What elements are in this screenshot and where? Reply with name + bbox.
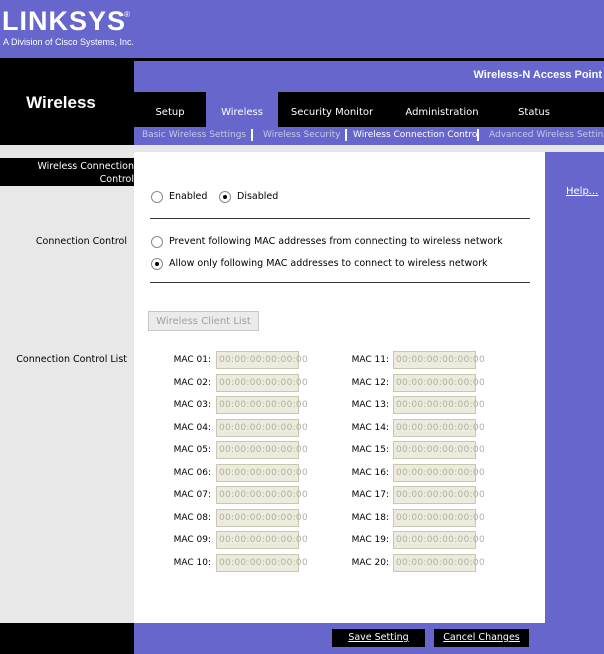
mac-input[interactable]: 00:00:00:00:00:00 [216,464,308,482]
mac-label: MAC 17: [351,490,389,500]
section-title: Wireless [26,93,96,112]
allow-mac-radio[interactable] [151,258,163,270]
product-name: Wireless-N Access Point [473,69,603,81]
mac-input[interactable]: 00:00:00:00:00:00 [216,351,308,369]
allow-mac-label: Allow only following MAC addresses to co… [169,258,488,269]
mac-label: MAC 14: [351,423,389,433]
enabled-label: Enabled [169,191,208,202]
subnav-separator [477,129,479,141]
subnav-separator [345,129,347,141]
mac-input[interactable]: 00:00:00:00:00:00 [216,486,308,504]
connection-control-list-label: Connection Control List [16,354,127,365]
tab-security-monitor[interactable]: Security Monitor [278,92,386,127]
tab-administration[interactable]: Administration [386,92,498,127]
mac-label: MAC 06: [173,468,211,478]
mac-label: MAC 15: [351,445,389,455]
mac-input[interactable]: 00:00:00:00:00:00 [216,374,308,392]
mac-input[interactable]: 00:00:00:00:00:00 [393,486,485,504]
subtab-basic-wireless-settings[interactable]: Basic Wireless Settings [142,130,246,140]
mac-input[interactable]: 00:00:00:00:00:00 [393,419,485,437]
registered-mark: ® [124,10,130,19]
mac-label: MAC 13: [351,400,389,410]
save-setting-button[interactable]: Save Setting [332,629,425,647]
mac-input[interactable]: 00:00:00:00:00:00 [216,531,308,549]
subtab-wireless-connection-control[interactable]: Wireless Connection Control [353,130,480,140]
header-bottom-strip [0,145,604,152]
brand-tagline: A Division of Cisco Systems, Inc. [3,37,135,47]
divider [150,218,530,219]
tab-status[interactable]: Status [498,92,570,127]
left-section-header-line-1: Wireless Connection [37,161,134,172]
tab-setup[interactable]: Setup [134,92,206,127]
mac-label: MAC 10: [173,558,211,568]
mac-label: MAC 09: [173,535,211,545]
mac-label: MAC 01: [173,355,211,365]
subtab-advanced-wireless-settings[interactable]: Advanced Wireless Settings [489,130,604,140]
linksys-logo: LINKSYS [2,6,127,36]
mac-input[interactable]: 00:00:00:00:00:00 [393,531,485,549]
mac-input[interactable]: 00:00:00:00:00:00 [393,441,485,459]
mac-input[interactable]: 00:00:00:00:00:00 [393,374,485,392]
left-section-header-line-2: Control [99,174,134,185]
mac-input[interactable]: 00:00:00:00:00:00 [216,419,308,437]
mac-input[interactable]: 00:00:00:00:00:00 [216,554,308,572]
mac-label: MAC 05: [173,445,211,455]
mac-label: MAC 20: [351,558,389,568]
tab-wireless[interactable]: Wireless [206,92,278,127]
left-column [0,152,134,623]
prevent-mac-radio[interactable] [151,236,163,248]
mac-input[interactable]: 00:00:00:00:00:00 [393,509,485,527]
mac-input[interactable]: 00:00:00:00:00:00 [216,441,308,459]
mac-input[interactable]: 00:00:00:00:00:00 [216,509,308,527]
mac-label: MAC 11: [351,355,389,365]
mac-label: MAC 08: [173,513,211,523]
help-link[interactable]: Help... [566,186,598,197]
footer-left [0,623,134,654]
mac-label: MAC 19: [351,535,389,545]
help-column [545,152,604,623]
mac-label: MAC 04: [173,423,211,433]
mac-label: MAC 02: [173,378,211,388]
subnav-separator [251,129,253,141]
mac-input[interactable]: 00:00:00:00:00:00 [393,464,485,482]
mac-input[interactable]: 00:00:00:00:00:00 [393,396,485,414]
disabled-radio[interactable] [219,191,231,203]
subtab-wireless-security[interactable]: Wireless Security [263,130,340,140]
mac-label: MAC 16: [351,468,389,478]
mac-input[interactable]: 00:00:00:00:00:00 [216,396,308,414]
mac-label: MAC 07: [173,490,211,500]
disabled-label: Disabled [237,191,279,202]
prevent-mac-label: Prevent following MAC addresses from con… [169,236,503,247]
mac-label: MAC 12: [351,378,389,388]
mac-label: MAC 18: [351,513,389,523]
enabled-radio[interactable] [151,191,163,203]
mac-input[interactable]: 00:00:00:00:00:00 [393,351,485,369]
cancel-changes-button[interactable]: Cancel Changes [434,629,529,647]
connection-control-label: Connection Control [35,236,127,247]
mac-label: MAC 03: [173,400,211,410]
wireless-client-list-button[interactable]: Wireless Client List [148,311,259,331]
mac-input[interactable]: 00:00:00:00:00:00 [393,554,485,572]
divider [150,282,530,283]
